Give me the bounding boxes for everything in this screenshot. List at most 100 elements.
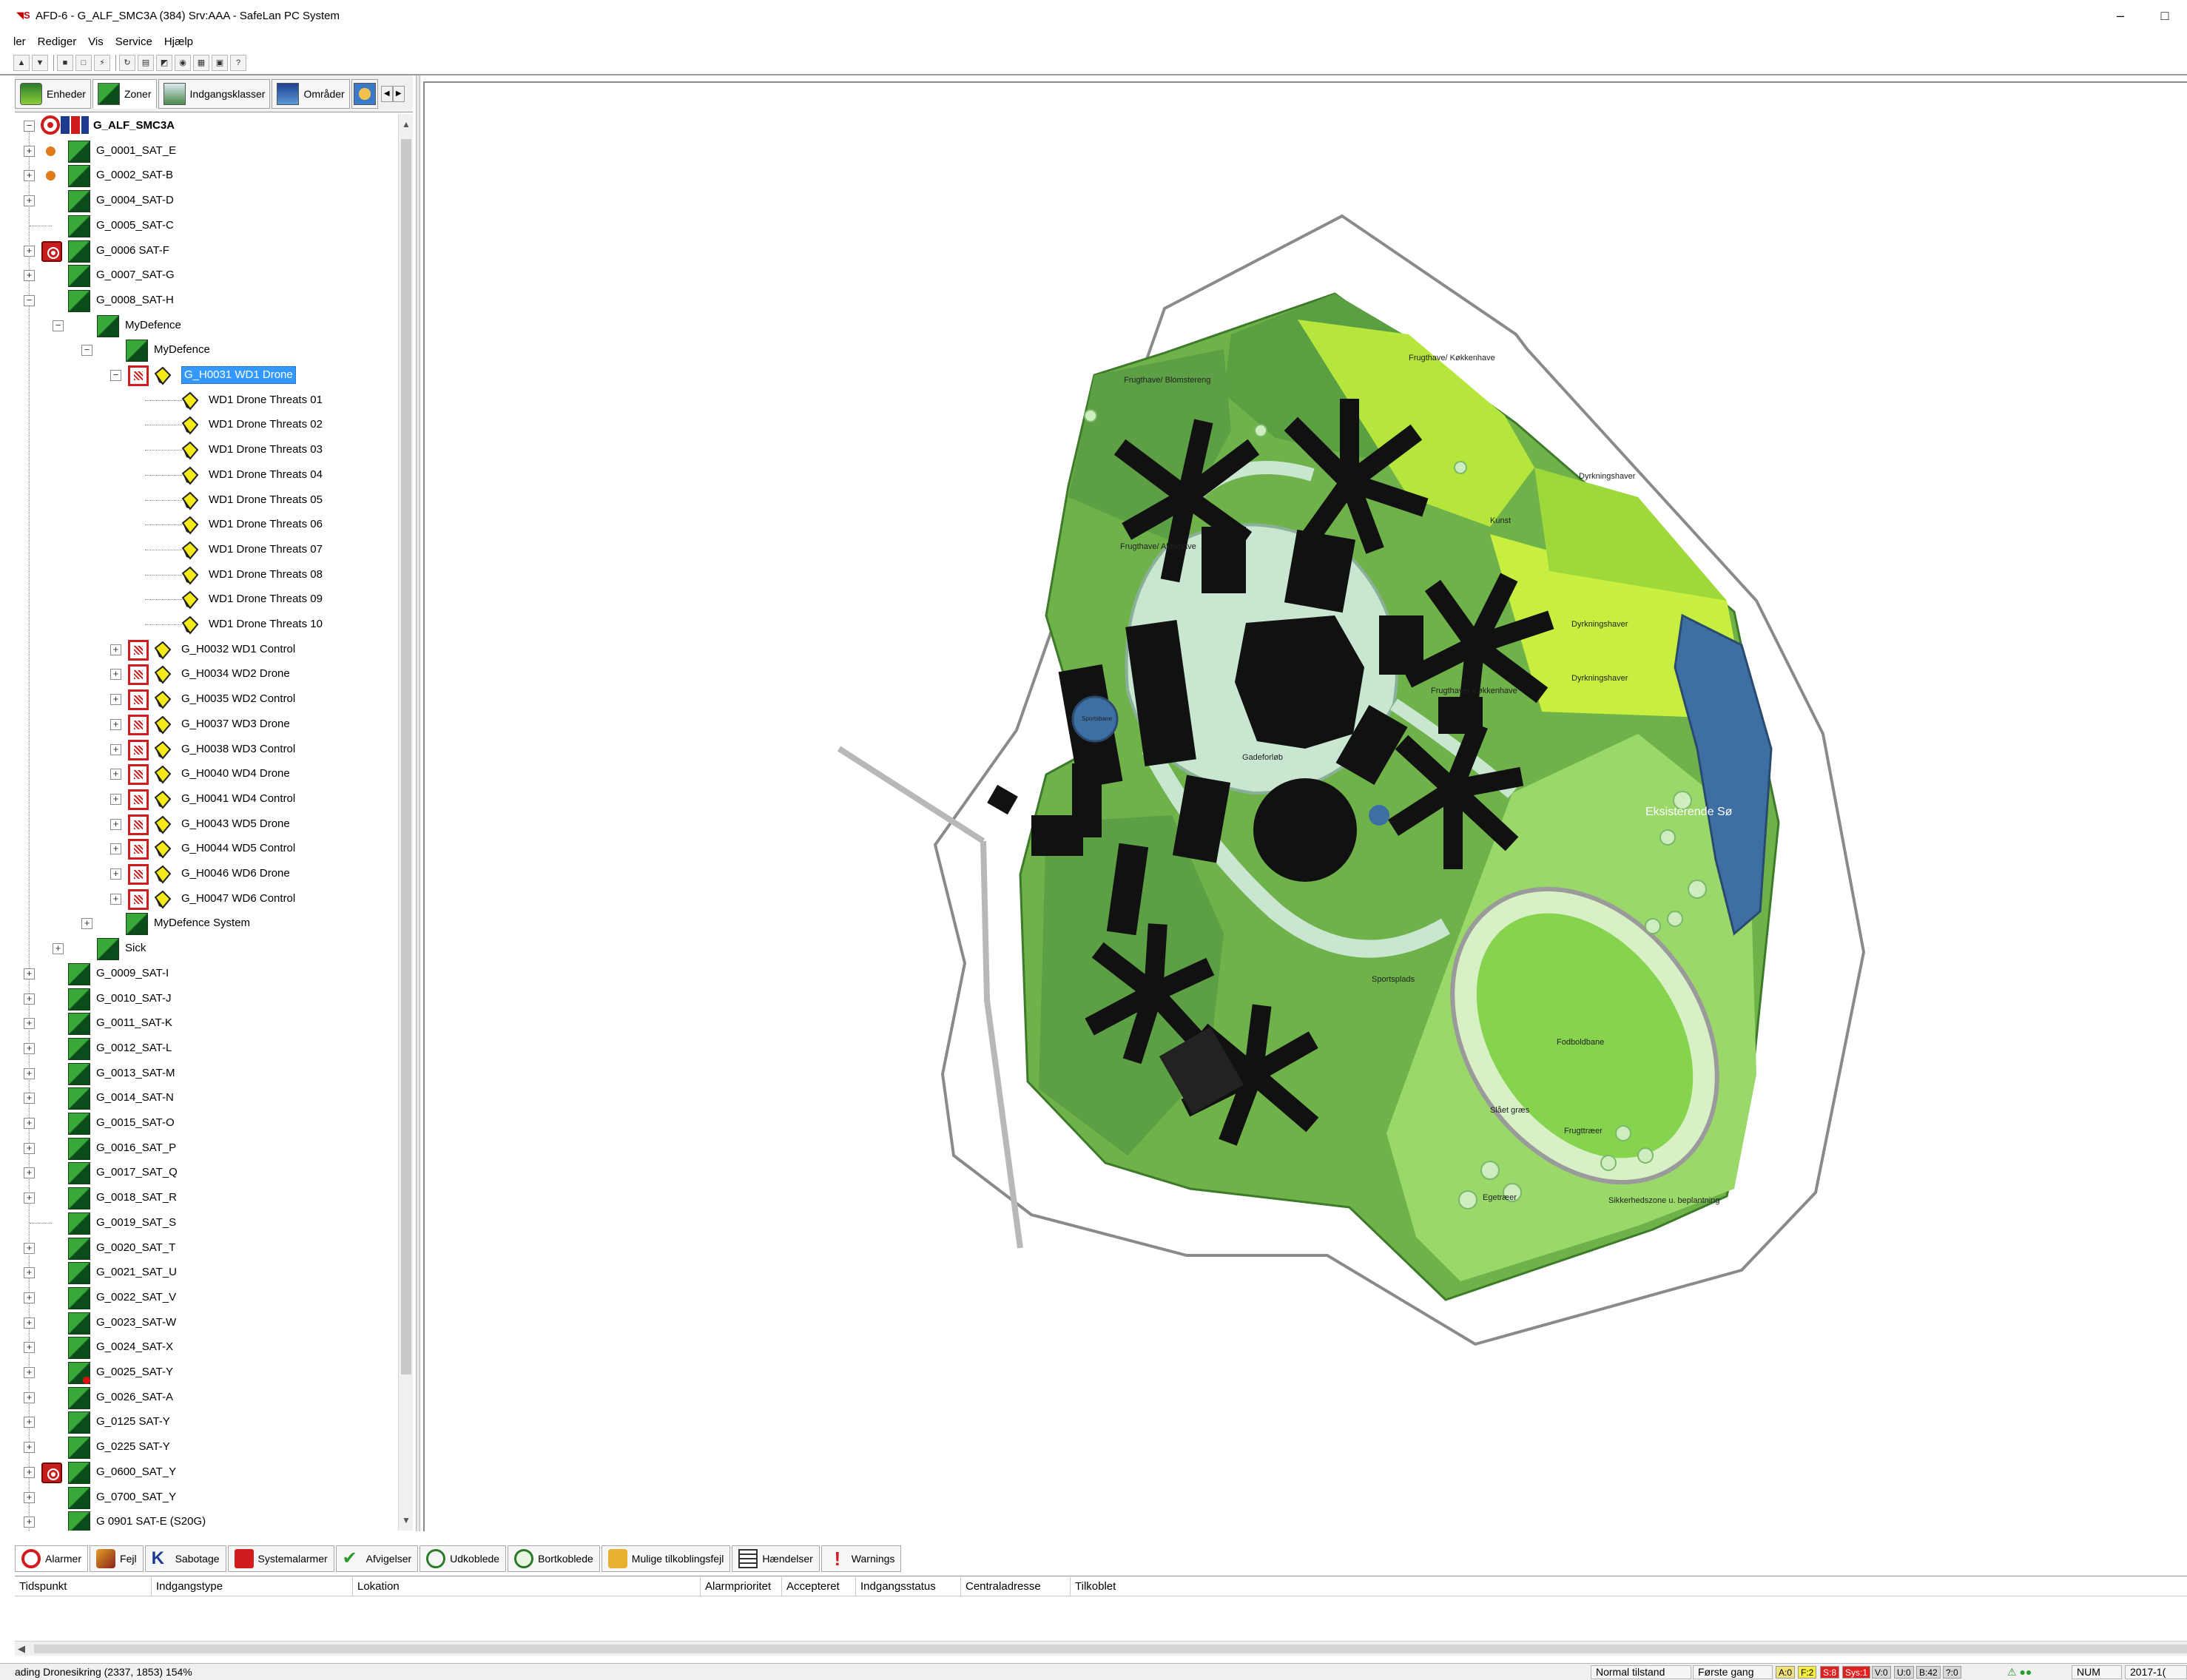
expand-icon[interactable]: + <box>110 868 121 880</box>
expand-icon[interactable]: + <box>24 1292 35 1303</box>
tree-zone-row[interactable]: + G_0012_SAT-L <box>15 1036 398 1061</box>
tree-zone-row[interactable]: + G_0001_SAT_E <box>15 139 398 163</box>
lock-icon[interactable]: ■ <box>57 55 73 71</box>
tree-detector-row[interactable]: WD1 Drone Threats 02 <box>15 413 398 437</box>
expand-icon[interactable]: + <box>24 1342 35 1354</box>
expand-icon[interactable]: + <box>110 669 121 681</box>
tree-zone-row[interactable]: + G_0017_SAT_Q <box>15 1161 398 1185</box>
tree-detector-row[interactable]: + G_H0046 WD6 Drone <box>15 862 398 886</box>
expand-icon[interactable]: + <box>24 1167 35 1179</box>
expand-icon[interactable]: + <box>24 1042 35 1054</box>
tree-scrollbar[interactable]: ▲ ▼ <box>398 114 413 1531</box>
expand-icon[interactable]: + <box>24 993 35 1005</box>
tab-scroll-right-icon[interactable]: ▶ <box>392 85 405 102</box>
tree-detector-row[interactable]: − G_H0031 WD1 Drone <box>15 363 398 388</box>
tree-detector-row[interactable]: + G_H0041 WD4 Control <box>15 787 398 812</box>
refresh-icon[interactable]: ↻ <box>119 55 135 71</box>
tab-scroll-left-icon[interactable]: ◀ <box>380 85 393 102</box>
col-central-address[interactable]: Centraladresse <box>961 1577 1071 1596</box>
tree-zone-row[interactable]: + G_0021_SAT_U <box>15 1261 398 1285</box>
collapse-icon[interactable]: − <box>110 370 121 381</box>
tree-zone-row[interactable]: G_0005_SAT-C <box>15 214 398 238</box>
collapse-icon[interactable]: − <box>53 320 64 331</box>
hscroll-thumb[interactable] <box>34 1644 2187 1653</box>
tree-zone-row[interactable]: + G_0013_SAT-M <box>15 1062 398 1086</box>
menu-help[interactable]: Hjælp <box>164 36 193 48</box>
tree-zone-row[interactable]: + G_0225 SAT-Y <box>15 1435 398 1460</box>
expand-icon[interactable]: + <box>53 943 64 955</box>
tree-detector-row[interactable]: + G_H0044 WD5 Control <box>15 837 398 861</box>
tab-possible-faults[interactable]: Mulige tilkoblingsfejl <box>601 1545 731 1572</box>
expand-icon[interactable]: + <box>24 1466 35 1478</box>
expand-icon[interactable]: + <box>24 1242 35 1254</box>
tree-zone-row[interactable]: + G_0016_SAT_P <box>15 1136 398 1161</box>
expand-icon[interactable]: + <box>24 1417 35 1428</box>
tab-deviations[interactable]: ✔ Afvigelser <box>335 1545 419 1572</box>
tree-detector-row[interactable]: WD1 Drone Threats 04 <box>15 463 398 488</box>
tree-zone-row[interactable]: + G_0004_SAT-D <box>15 189 398 213</box>
tab-events[interactable]: Hændelser <box>732 1545 820 1572</box>
help-icon[interactable]: ? <box>230 55 246 71</box>
tree-detector-row[interactable]: WD1 Drone Threats 05 <box>15 488 398 513</box>
menu-service[interactable]: Service <box>115 36 152 48</box>
print-icon[interactable]: ▦ <box>193 55 209 71</box>
tab-input-classes[interactable]: Indgangsklasser <box>158 78 271 109</box>
tree-zone-row[interactable]: + G_0011_SAT-K <box>15 1011 398 1036</box>
tree-zone-row[interactable]: + G_0700_SAT_Y <box>15 1485 398 1510</box>
tree-root[interactable]: − G_ALF_SMC3A <box>15 114 398 138</box>
collapse-icon[interactable]: − <box>81 345 92 357</box>
scroll-up-icon[interactable]: ▲ <box>399 114 414 135</box>
collapse-icon[interactable]: − <box>24 294 35 306</box>
reset-icon[interactable]: ⚡ <box>94 55 110 71</box>
col-input-type[interactable]: Indgangstype <box>152 1577 353 1596</box>
tree-zone-row[interactable]: + G_0010_SAT-J <box>15 987 398 1011</box>
tree-detector-row[interactable]: WD1 Drone Threats 09 <box>15 587 398 612</box>
expand-icon[interactable]: + <box>24 270 35 282</box>
col-time[interactable]: Tidspunkt <box>15 1577 152 1596</box>
tree-zone-row[interactable]: + G_0125 SAT-Y <box>15 1410 398 1434</box>
disarm-icon[interactable]: ▼ <box>32 55 48 71</box>
expand-icon[interactable]: + <box>110 718 121 730</box>
expand-icon[interactable]: + <box>110 843 121 855</box>
expand-icon[interactable]: + <box>24 1192 35 1204</box>
scroll-left-icon[interactable]: ◀ <box>18 1642 25 1656</box>
tree-zone-row[interactable]: + G_0007_SAT-G <box>15 263 398 288</box>
tree-detector-row[interactable]: + G_H0043 WD5 Drone <box>15 812 398 837</box>
tree-detector-row[interactable]: WD1 Drone Threats 06 <box>15 513 398 537</box>
tree-zone-row[interactable]: + G_0023_SAT-W <box>15 1311 398 1335</box>
tab-warnings[interactable]: ! Warnings <box>820 1545 902 1572</box>
col-connected[interactable]: Tilkoblet <box>1071 1577 1159 1596</box>
tree-scroll-thumb[interactable] <box>401 139 411 1374</box>
tree-detector-row[interactable]: WD1 Drone Threats 07 <box>15 538 398 562</box>
expand-icon[interactable]: + <box>24 195 35 207</box>
col-input-status[interactable]: Indgangsstatus <box>856 1577 961 1596</box>
tree-zone-row[interactable]: + G_0009_SAT-I <box>15 962 398 986</box>
expand-icon[interactable]: + <box>24 170 35 182</box>
menu-view[interactable]: Vis <box>88 36 104 48</box>
tab-alarms[interactable]: Alarmer <box>15 1545 89 1572</box>
window-icon[interactable]: ▣ <box>212 55 228 71</box>
expand-icon[interactable]: + <box>24 1267 35 1279</box>
tree-zone-row[interactable]: + G_0014_SAT-N <box>15 1086 398 1110</box>
minimize-button[interactable]: – <box>2098 0 2143 31</box>
tree-detector-row[interactable]: + G_H0038 WD3 Control <box>15 738 398 762</box>
expand-icon[interactable]: + <box>24 1118 35 1129</box>
tab-disconnected[interactable]: Udkoblede <box>419 1545 507 1572</box>
tree-detector-row[interactable]: + G_H0034 WD2 Drone <box>15 662 398 686</box>
tab-areas[interactable]: Områder <box>272 78 350 109</box>
alarm-list[interactable] <box>15 1596 2187 1641</box>
arm-icon[interactable]: ▲ <box>13 55 30 71</box>
expand-icon[interactable]: + <box>24 968 35 979</box>
tree-zone-row[interactable]: + G_0015_SAT-O <box>15 1111 398 1136</box>
tab-bypassed[interactable]: Bortkoblede <box>508 1545 600 1572</box>
expand-icon[interactable]: + <box>110 743 121 755</box>
col-location[interactable]: Lokation <box>353 1577 701 1596</box>
expand-icon[interactable]: + <box>110 694 121 706</box>
expand-icon[interactable]: + <box>24 1517 35 1528</box>
tree-zone-row[interactable]: + G 0901 SAT-E (S20G) <box>15 1510 398 1531</box>
tree-detector-row[interactable]: + G_H0040 WD4 Drone <box>15 762 398 786</box>
tab-sabotage[interactable]: K Sabotage <box>144 1545 226 1572</box>
tree-detector-row[interactable]: + G_H0037 WD3 Drone <box>15 712 398 737</box>
expand-icon[interactable]: + <box>24 1067 35 1079</box>
col-accepted[interactable]: Accepteret <box>782 1577 856 1596</box>
